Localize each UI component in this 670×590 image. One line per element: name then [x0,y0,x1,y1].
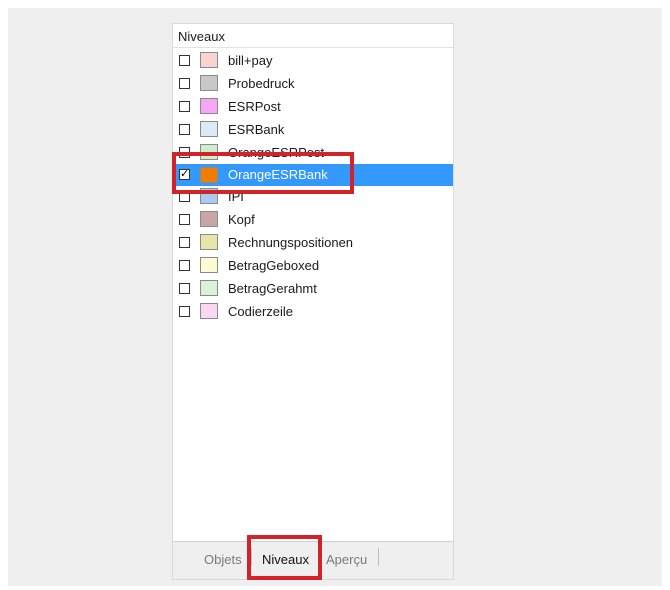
layer-label: ESRPost [228,99,281,114]
layer-label: bill+pay [228,53,273,68]
tab-separator [378,548,379,566]
layer-row-orangeesrbank[interactable]: ✓ OrangeESRBank [173,164,453,186]
layer-checkbox[interactable] [179,78,190,89]
color-swatch [200,52,218,68]
layer-checkbox[interactable] [179,237,190,248]
layer-checkbox[interactable] [179,147,190,158]
color-swatch [200,303,218,319]
layer-row-rechnungspositionen[interactable]: Rechnungspositionen [173,233,453,253]
layer-label: BetragGeboxed [228,258,320,273]
layer-label: Codierzeile [228,304,294,319]
layer-row-esrbank[interactable]: ESRBank [173,120,453,140]
layer-row-probedruck[interactable]: Probedruck [173,74,453,94]
layer-row-bill-pay[interactable]: bill+pay [173,51,453,71]
layer-label: OrangeESRPost [228,145,325,160]
color-swatch [200,188,218,204]
tab-strip: Objets Niveaux Aperçu [173,541,453,579]
layer-label: ESRBank [228,122,285,137]
layer-checkbox[interactable] [179,191,190,202]
panel-header: Niveaux [173,24,453,48]
layer-checkbox[interactable] [179,55,190,66]
layer-row-betraggeboxed[interactable]: BetragGeboxed [173,256,453,276]
color-swatch [200,75,218,91]
color-swatch [200,167,218,183]
layer-label: Rechnungspositionen [228,235,354,250]
layers-panel: Niveaux bill+pay Probedruck ESRPost ESRB… [172,23,454,580]
layer-label: BetragGerahmt [228,281,317,296]
color-swatch [200,257,218,273]
color-swatch [200,280,218,296]
layer-label: OrangeESRBank [228,167,328,182]
color-swatch [200,234,218,250]
color-swatch [200,211,218,227]
layer-row-esrpost[interactable]: ESRPost [173,97,453,117]
layer-checkbox[interactable] [179,124,190,135]
tab-objets[interactable]: Objets [204,552,242,567]
layer-checkbox[interactable] [179,214,190,225]
layer-row-codierzeile[interactable]: Codierzeile [173,302,453,322]
layer-checkbox[interactable] [179,306,190,317]
color-swatch [200,98,218,114]
tab-niveaux[interactable]: Niveaux [262,552,309,567]
tab-separator [251,548,252,566]
layer-checkbox[interactable] [179,283,190,294]
tab-apercu[interactable]: Aperçu [326,552,367,567]
layer-label: Kopf [228,212,255,227]
layer-checkbox-checked[interactable]: ✓ [179,169,190,180]
color-swatch [200,144,218,160]
layer-row-ipi[interactable]: IPI [173,187,453,207]
layer-label: Probedruck [228,76,295,91]
layer-label: IPI [228,189,244,204]
layer-checkbox[interactable] [179,260,190,271]
layer-row-kopf[interactable]: Kopf [173,210,453,230]
layer-row-orangeesrpost[interactable]: OrangeESRPost [173,143,453,163]
color-swatch [200,121,218,137]
layer-row-betraggerahmt[interactable]: BetragGerahmt [173,279,453,299]
layer-checkbox[interactable] [179,101,190,112]
